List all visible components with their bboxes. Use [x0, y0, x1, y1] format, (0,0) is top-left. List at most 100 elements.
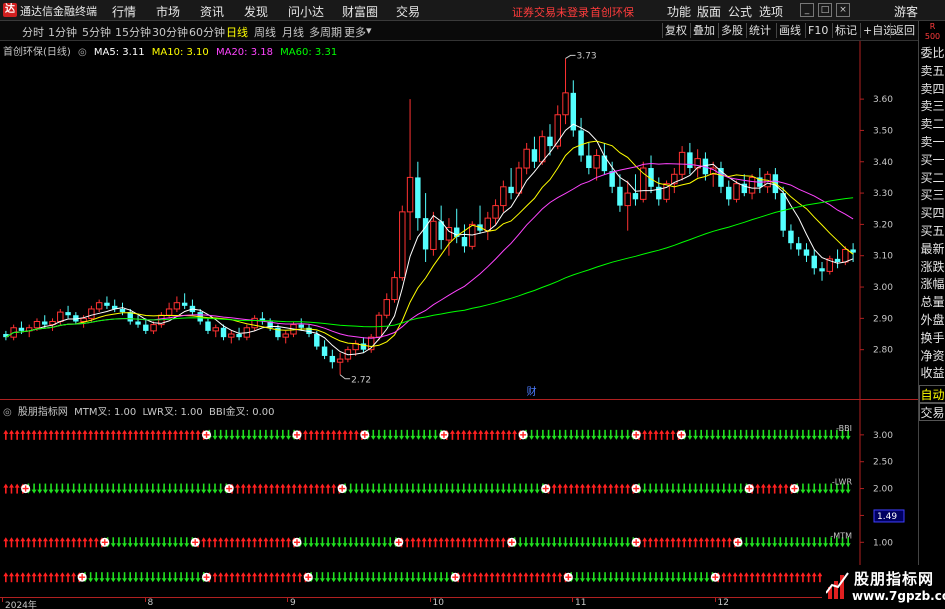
sidebar-item-9[interactable]: 买四: [919, 205, 945, 221]
sell-arrow-head: [478, 489, 484, 494]
buy-arrow-head: [670, 537, 676, 542]
buy-arrow-head: [144, 429, 150, 434]
buy-arrow-head: [37, 537, 43, 542]
sell-arrow-head: [840, 435, 846, 440]
sidebar-item-16[interactable]: 换手: [919, 330, 945, 346]
sidebar-item-18[interactable]: 收益: [919, 365, 945, 381]
close-icon[interactable]: ×: [836, 3, 850, 17]
sell-arrow-head: [133, 489, 139, 494]
menu-quotes[interactable]: 行情: [112, 3, 136, 20]
sidebar-item-1[interactable]: 卖五: [919, 63, 945, 79]
sidebar-item-6[interactable]: 买一: [919, 152, 945, 168]
adjust-button[interactable]: 复权: [662, 23, 689, 38]
sell-arrow-head: [709, 435, 715, 440]
current-stock-name: 首创环保: [590, 6, 634, 19]
menu-formula[interactable]: 公式: [728, 3, 752, 20]
buy-arrow-head: [461, 429, 467, 434]
period-15min[interactable]: 15分钟: [115, 24, 151, 40]
period-5min[interactable]: 5分钟: [82, 24, 111, 40]
sell-arrow-head: [845, 489, 851, 494]
sell-arrow-head: [195, 578, 201, 583]
minimize-icon[interactable]: _: [800, 3, 814, 17]
menu-function[interactable]: 功能: [667, 3, 691, 20]
sell-arrow-head: [517, 489, 523, 494]
auto-button[interactable]: 自动: [919, 385, 945, 403]
menu-ask[interactable]: 问小达: [288, 3, 324, 20]
sell-arrow-head: [596, 578, 602, 583]
draw-line-button[interactable]: 画线: [776, 23, 803, 38]
signal-indicator-chart[interactable]: 1.001.502.002.503.001.49 -BBI-LWR-MTM: [0, 400, 918, 598]
sidebar-item-5[interactable]: 卖一: [919, 134, 945, 150]
sell-arrow-head: [659, 489, 665, 494]
sidebar-item-0[interactable]: 委比: [919, 45, 945, 61]
buy-arrow-head: [726, 572, 732, 577]
legend-collapse-icon[interactable]: ◎: [78, 47, 87, 58]
period-30min[interactable]: 30分钟: [152, 24, 188, 40]
sidebar-item-7[interactable]: 买二: [919, 170, 945, 186]
guest-user[interactable]: 游客: [894, 3, 918, 20]
sidebar-item-15[interactable]: 外盘: [919, 312, 945, 328]
sidebar-item-2[interactable]: 卖四: [919, 81, 945, 97]
buy-arrow-head: [732, 572, 738, 577]
multi-stock-button[interactable]: 多股: [718, 23, 745, 38]
sidebar-item-13[interactable]: 涨幅: [919, 276, 945, 292]
menu-trade[interactable]: 交易: [396, 3, 420, 20]
f10-button[interactable]: F10: [805, 23, 830, 38]
trade-login-status[interactable]: 证券交易未登录: [512, 4, 589, 20]
sidebar-item-4[interactable]: 卖二: [919, 116, 945, 132]
period-more[interactable]: 更多: [344, 24, 366, 40]
legend-bbi: BBI金叉: 0.00: [208, 407, 275, 418]
sidebar-item-14[interactable]: 总量: [919, 294, 945, 310]
sell-arrow-head: [110, 543, 116, 548]
sidebar-item-17[interactable]: 净资: [919, 348, 945, 364]
buy-arrow-head: [416, 537, 422, 542]
period-multi[interactable]: 多周期: [309, 24, 342, 40]
sell-arrow-head: [359, 543, 365, 548]
period-weekly[interactable]: 周线: [254, 24, 276, 40]
sidebar-item-3[interactable]: 卖三: [919, 98, 945, 114]
menu-discover[interactable]: 发现: [244, 3, 268, 20]
buy-arrow-head: [579, 483, 585, 488]
period-intraday[interactable]: 分时: [22, 24, 44, 40]
sidebar-level-badge[interactable]: R 500: [919, 21, 945, 43]
menu-market[interactable]: 市场: [156, 3, 180, 20]
maximize-icon[interactable]: □: [818, 3, 832, 17]
sell-arrow-head: [591, 578, 597, 583]
menu-wealth[interactable]: 财富圈: [342, 3, 378, 20]
mark-button[interactable]: 标记: [832, 23, 859, 38]
indicator-name[interactable]: 股朋指标网: [18, 407, 68, 418]
menu-options[interactable]: 选项: [759, 3, 783, 20]
candle-body: [500, 186, 507, 207]
buy-arrow-head: [342, 429, 348, 434]
sidebar-item-11[interactable]: 最新: [919, 241, 945, 257]
candle-body: [383, 299, 390, 316]
sidebar-item-10[interactable]: 买五: [919, 223, 945, 239]
menu-news[interactable]: 资讯: [200, 3, 224, 20]
sell-arrow-head: [800, 435, 806, 440]
sell-arrow-head: [687, 489, 693, 494]
period-monthly[interactable]: 月线: [282, 24, 304, 40]
trade-button[interactable]: 交易: [919, 403, 945, 421]
buy-arrow-head: [25, 429, 31, 434]
sell-arrow-head: [557, 543, 563, 548]
chevron-down-icon[interactable]: ▾: [366, 24, 372, 37]
sell-arrow-head: [172, 578, 178, 583]
sell-arrow-head: [116, 578, 122, 583]
sell-arrow-head: [806, 489, 812, 494]
sidebar-item-12[interactable]: 涨跌: [919, 259, 945, 275]
candlestick-chart[interactable]: 2.80 2.90 3.00 3.10 3.20 3.30 3.40 3.50 3.60 3.7…: [0, 41, 918, 399]
legend-mtm: MTM叉: 1.00: [74, 407, 137, 418]
indicator-collapse-icon[interactable]: ◎: [3, 407, 12, 418]
series-label-lwr: -LWR: [832, 478, 853, 487]
period-60min[interactable]: 60分钟: [189, 24, 225, 40]
sidebar-item-8[interactable]: 买三: [919, 187, 945, 203]
period-1min[interactable]: 1分钟: [48, 24, 77, 40]
sell-arrow-head: [608, 435, 614, 440]
period-daily[interactable]: 日线: [226, 24, 248, 40]
back-button[interactable]: 返回: [890, 23, 917, 38]
overlay-button[interactable]: 叠加: [690, 23, 717, 38]
finance-event-marker[interactable]: 财: [527, 385, 537, 398]
menu-layout[interactable]: 版面: [697, 3, 721, 20]
watermark-logo-icon: [826, 572, 849, 599]
statistics-button[interactable]: 统计: [746, 23, 773, 38]
